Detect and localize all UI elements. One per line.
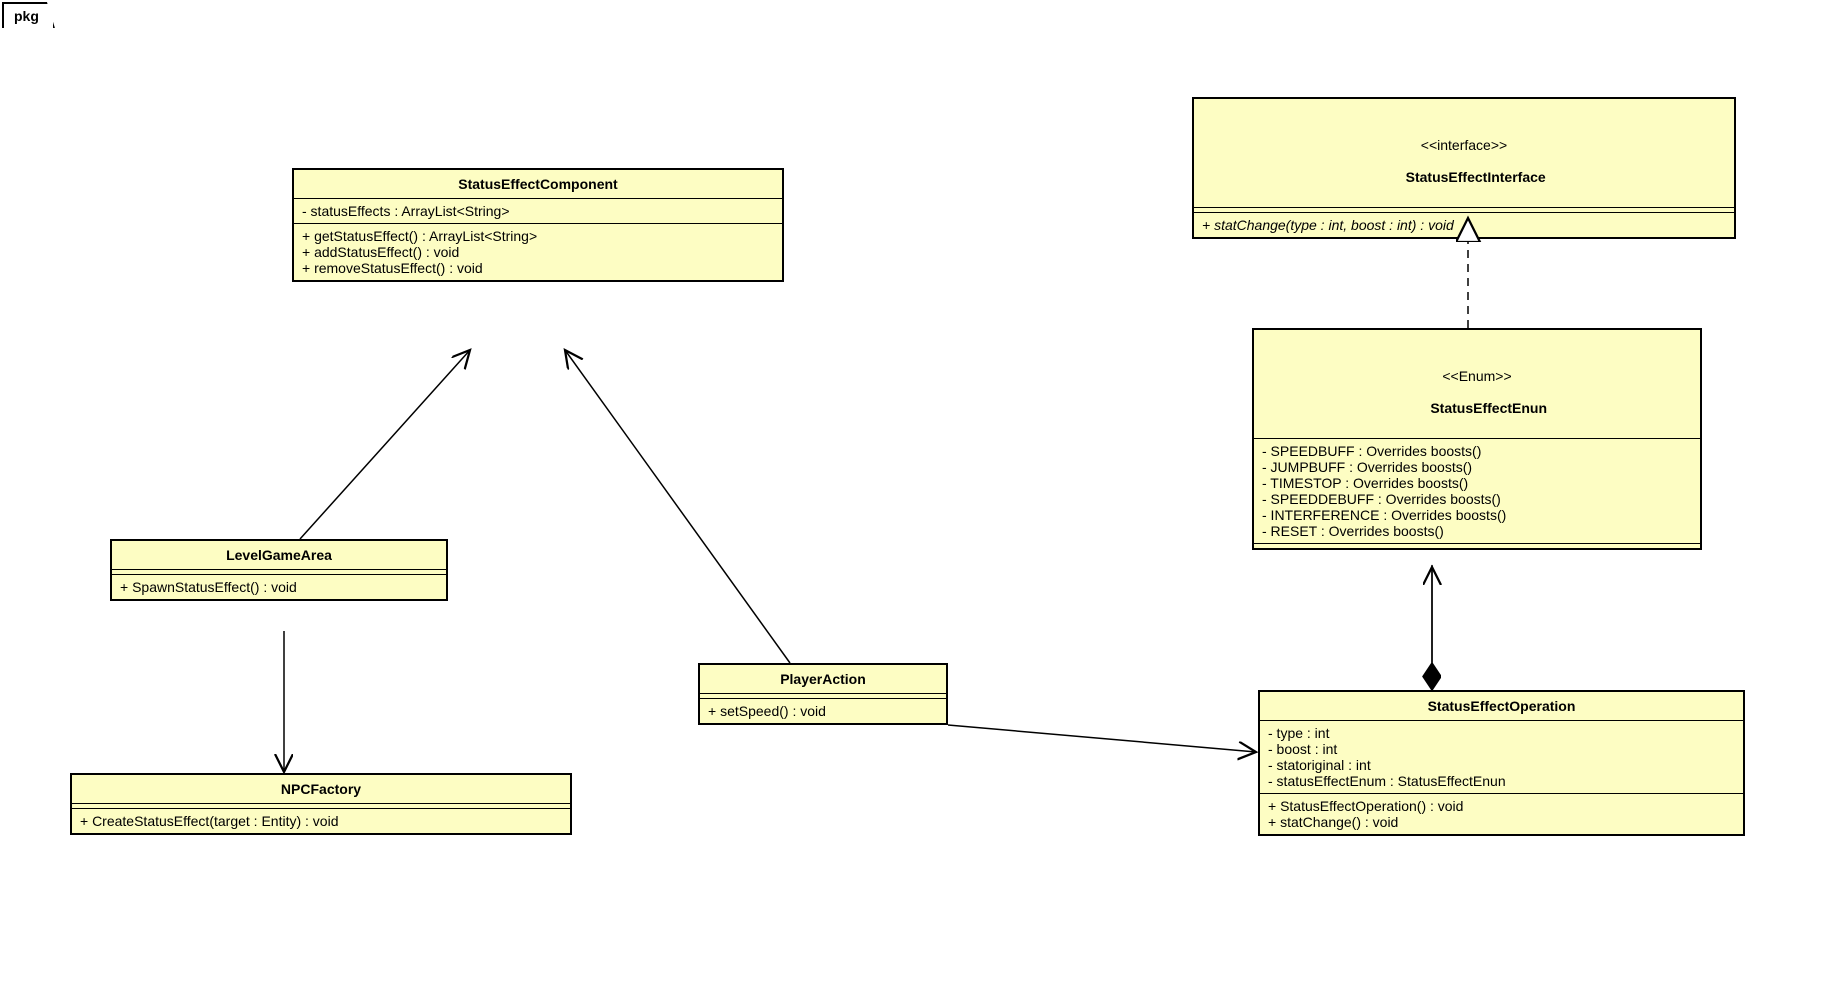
class-player-action: PlayerAction + setSpeed() : void [698,663,948,725]
class-name: LevelGameArea [112,541,446,569]
class-header: <<interface>> StatusEffectInterface [1194,99,1734,207]
package-tab: pkg [2,2,55,28]
stereotype: <<Enum>> [1262,368,1692,384]
class-status-effect-component: StatusEffectComponent - statusEffects : … [292,168,784,282]
diagram-canvas: pkg StatusEffectComponent - statusEffect… [0,0,1844,988]
class-operations: + getStatusEffect() : ArrayList<String> … [294,223,782,280]
class-header: <<Enum>> StatusEffectEnun [1254,330,1700,438]
class-status-effect-interface: <<interface>> StatusEffectInterface + st… [1192,97,1736,239]
class-name: StatusEffectInterface [1406,169,1546,185]
class-attributes: - statusEffects : ArrayList<String> [294,198,782,223]
class-name: StatusEffectOperation [1260,692,1743,720]
class-attributes: - SPEEDBUFF : Overrides boosts() - JUMPB… [1254,438,1700,543]
class-operations: + SpawnStatusEffect() : void [112,574,446,599]
class-name: StatusEffectComponent [294,170,782,198]
class-name: PlayerAction [700,665,946,693]
class-status-effect-enun: <<Enum>> StatusEffectEnun - SPEEDBUFF : … [1252,328,1702,550]
class-name: StatusEffectEnun [1430,400,1547,416]
class-operations: + StatusEffectOperation() : void + statC… [1260,793,1743,834]
class-spacer [1254,543,1700,548]
stereotype: <<interface>> [1202,137,1726,153]
class-level-game-area: LevelGameArea + SpawnStatusEffect() : vo… [110,539,448,601]
class-npc-factory: NPCFactory + CreateStatusEffect(target :… [70,773,572,835]
class-attributes: - type : int - boost : int - statorigina… [1260,720,1743,793]
class-name: NPCFactory [72,775,570,803]
class-status-effect-operation: StatusEffectOperation - type : int - boo… [1258,690,1745,836]
class-operations: + CreateStatusEffect(target : Entity) : … [72,808,570,833]
class-operations: + setSpeed() : void [700,698,946,723]
class-operations: + statChange(type : int, boost : int) : … [1194,212,1734,237]
